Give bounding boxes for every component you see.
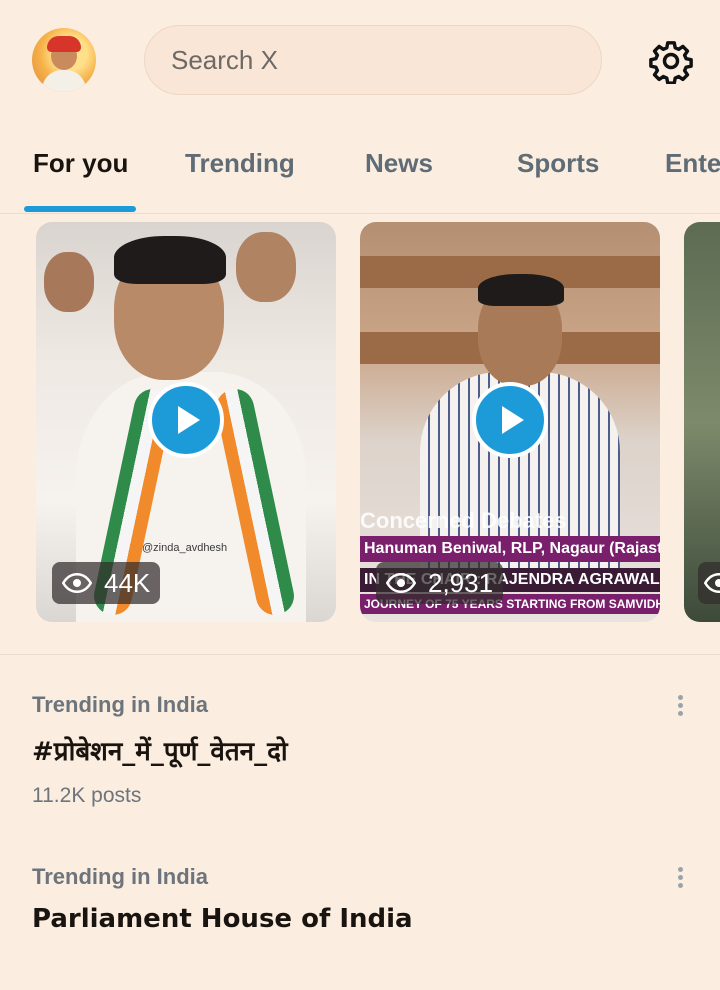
gear-icon[interactable] [648, 38, 694, 84]
tab-news[interactable]: News [365, 148, 433, 179]
trend-title[interactable]: #प्रोबेशन_में_पूर्ण_वेतन_दो [32, 732, 692, 768]
eye-icon [386, 572, 416, 594]
view-count-badge: 2,931 [376, 562, 504, 604]
tab-for-you[interactable]: For you [33, 148, 128, 179]
avatar[interactable] [32, 28, 96, 92]
video-thumbnail [114, 236, 226, 284]
trend-context: Trending in India [32, 864, 208, 889]
eye-icon [62, 572, 92, 594]
play-icon[interactable] [472, 382, 548, 458]
view-count-badge [698, 562, 720, 604]
active-tab-indicator [24, 206, 136, 212]
eye-icon [704, 572, 720, 594]
tab-trending[interactable]: Trending [185, 148, 295, 179]
view-count: 44K [104, 567, 151, 598]
video-carousel[interactable]: @zinda_avdhesh 44K Concerned Debates Han… [0, 222, 720, 622]
trend-title[interactable]: Parliament House of India [32, 904, 692, 934]
view-count: 2,931 [428, 567, 494, 598]
video-watermark: @zinda_avdhesh [142, 542, 228, 554]
avatar-body [42, 70, 86, 92]
tab-sports[interactable]: Sports [517, 148, 599, 179]
more-icon[interactable] [670, 864, 690, 894]
video-overlay-text: Concerned Debates [360, 508, 567, 533]
trend-context: Trending in India [32, 692, 208, 717]
video-card[interactable]: @zinda_avdhesh 44K [36, 222, 336, 622]
search-box[interactable] [144, 25, 602, 95]
more-icon[interactable] [670, 692, 690, 722]
trend-post-count: 11.2K posts [32, 784, 142, 807]
trend-item[interactable]: Trending in India Parliament House of In… [32, 864, 692, 934]
video-thumbnail [478, 274, 564, 306]
tab-entertainment[interactable]: Ente [665, 148, 720, 179]
search-input[interactable] [169, 43, 601, 77]
video-thumbnail [236, 232, 296, 302]
video-card[interactable]: Concerned Debates Hanuman Beniwal, RLP, … [360, 222, 660, 622]
trend-item[interactable]: Trending in India #प्रोबेशन_में_पूर्ण_वे… [32, 692, 692, 808]
play-icon[interactable] [148, 382, 224, 458]
video-thumbnail [44, 252, 94, 312]
video-card[interactable] [684, 222, 720, 622]
video-banner-name: Hanuman Beniwal, RLP, Nagaur (Rajasthan) [360, 536, 660, 562]
tab-bar: For you Trending News Sports Ente [0, 120, 720, 214]
view-count-badge: 44K [52, 562, 161, 604]
avatar-turban [47, 36, 81, 52]
section-divider [0, 654, 720, 655]
